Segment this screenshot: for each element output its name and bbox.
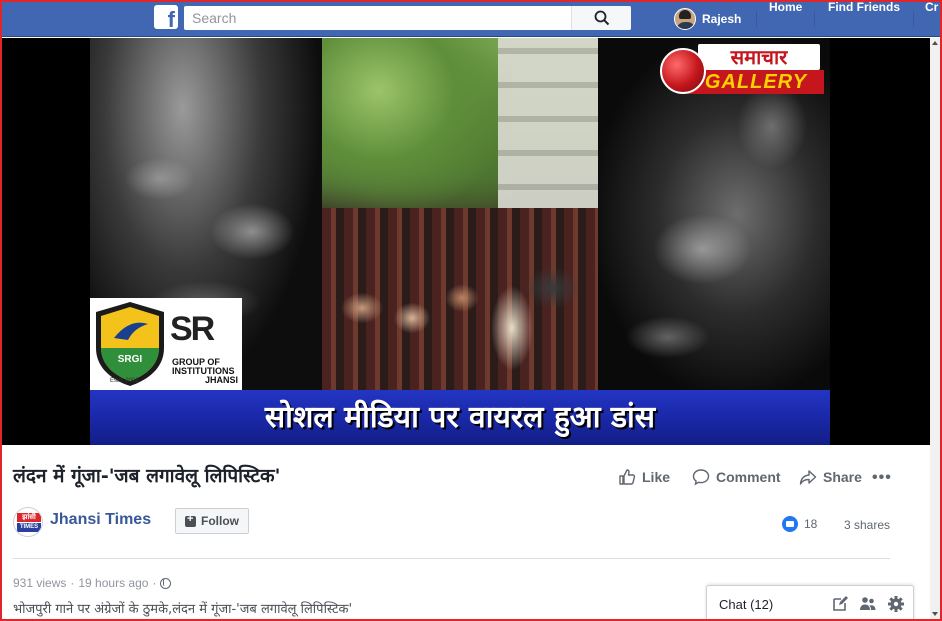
search-icon xyxy=(594,10,610,26)
post-description: भोजपुरी गाने पर अंग्रेजों के ठुमके,लंदन … xyxy=(13,602,353,617)
nav-divider xyxy=(913,11,914,27)
like-label: Like xyxy=(642,469,671,485)
samachar-gallery-logo: समाचार GALLERY xyxy=(658,42,826,100)
reaction-summary[interactable]: 18 xyxy=(782,516,817,532)
search-input[interactable] xyxy=(184,6,584,30)
search-button[interactable] xyxy=(571,6,631,30)
like-button[interactable]: Like xyxy=(618,466,670,488)
sponsor-subtitle: GROUP OF INSTITUTIONS JHANSI xyxy=(172,358,238,385)
new-message-icon[interactable] xyxy=(831,595,849,613)
nav-home[interactable]: Home xyxy=(769,0,802,37)
chat-label: Chat (12) xyxy=(719,597,774,612)
settings-gear-icon[interactable] xyxy=(887,595,905,613)
reaction-count: 18 xyxy=(804,517,818,531)
page-name-link[interactable]: Jhansi Times xyxy=(50,511,151,529)
follow-button[interactable]: Follow xyxy=(175,508,249,534)
video-frame xyxy=(322,38,598,390)
video-player[interactable]: SRGI Estd. 2002 SR GROUP OF INSTITUTIONS… xyxy=(2,38,940,445)
scroll-down-arrow-icon[interactable] xyxy=(930,609,940,619)
share-arrow-icon xyxy=(799,470,817,485)
brand-bottom-text: GALLERY xyxy=(688,70,824,94)
nav-divider xyxy=(756,11,757,27)
video-title: लंदन में गूंजा-'जब लगावेलू लिपिस्टिक' xyxy=(13,465,281,487)
comment-icon xyxy=(692,469,710,486)
divider xyxy=(13,558,890,559)
profile-name: Rajesh xyxy=(702,11,742,26)
public-globe-icon xyxy=(160,577,172,589)
more-options-icon[interactable]: ••• xyxy=(872,469,892,487)
follow-icon xyxy=(185,513,196,527)
globe-icon xyxy=(660,48,706,94)
chat-controls xyxy=(831,595,905,613)
top-navigation-bar: f Rajesh Home Find Friends Cr xyxy=(0,0,942,37)
brand-top-text: समाचार xyxy=(698,44,820,70)
video-caption-banner: सोशल मीडिया पर वायरल हुआ डांस xyxy=(90,390,830,445)
nav-create[interactable]: Cr xyxy=(925,0,938,37)
create-group-icon[interactable] xyxy=(859,595,877,613)
chat-bar[interactable]: Chat (12) xyxy=(706,585,914,621)
follow-label: Follow xyxy=(201,514,239,528)
page-avatar[interactable]: झांसी TIMES xyxy=(13,507,43,537)
meta-separator: · xyxy=(152,576,157,590)
facebook-logo-icon[interactable]: f xyxy=(154,5,178,29)
thumbs-up-icon xyxy=(619,469,636,485)
share-button[interactable]: Share xyxy=(799,466,862,488)
scroll-up-arrow-icon[interactable] xyxy=(930,38,940,48)
shield-label: SRGI xyxy=(118,354,143,365)
sponsor-wordmark: SR xyxy=(170,310,215,348)
shares-count[interactable]: 3 shares xyxy=(844,518,890,532)
meta-separator: · xyxy=(70,576,75,590)
profile-link[interactable]: Rajesh xyxy=(674,0,741,37)
share-label: Share xyxy=(823,469,862,485)
video-trees xyxy=(322,38,512,213)
sponsor-logo: SRGI Estd. 2002 SR GROUP OF INSTITUTIONS… xyxy=(90,298,242,390)
nav-find-friends[interactable]: Find Friends xyxy=(828,0,900,37)
post-meta: 931 views · 19 hours ago · xyxy=(13,576,172,590)
video-crowd xyxy=(322,208,598,390)
srgi-shield-logo: SRGI xyxy=(96,302,164,386)
avatar xyxy=(674,7,696,30)
vertical-scrollbar[interactable] xyxy=(930,38,940,619)
nav-divider xyxy=(814,11,815,27)
comment-button[interactable]: Comment xyxy=(692,466,781,488)
view-count: 931 views xyxy=(13,576,67,590)
video-building xyxy=(498,38,598,218)
like-reaction-icon xyxy=(782,516,798,532)
sponsor-established: Estd. 2002 xyxy=(110,378,139,384)
comment-label: Comment xyxy=(716,469,781,485)
search-box xyxy=(184,6,631,30)
post-timestamp[interactable]: 19 hours ago xyxy=(78,576,148,590)
